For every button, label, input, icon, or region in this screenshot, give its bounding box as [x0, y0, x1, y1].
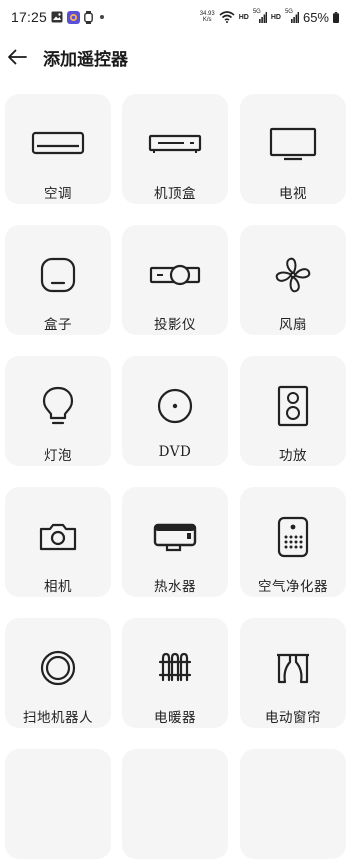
app-notification-icon: [67, 10, 81, 24]
light-bulb-icon: [30, 378, 86, 434]
device-label: 风扇: [279, 317, 307, 333]
device-label: 盒子: [44, 317, 72, 333]
projector-icon: [147, 247, 203, 303]
dvd-icon: [147, 378, 203, 434]
device-card-amplifier[interactable]: 功放: [240, 356, 346, 466]
device-label: 投影仪: [154, 317, 196, 333]
electric-heater-icon: [147, 640, 203, 696]
back-button[interactable]: [6, 46, 28, 68]
air-conditioner-icon: [30, 116, 86, 172]
device-card-camera[interactable]: 相机: [5, 487, 111, 597]
device-card-partial-2[interactable]: [122, 749, 228, 859]
device-card-dvd[interactable]: DVD: [122, 356, 228, 466]
electric-curtain-icon: [265, 640, 321, 696]
device-label: 电视: [279, 186, 307, 202]
fan-icon: [265, 247, 321, 303]
device-label: 电暖器: [154, 710, 196, 726]
network-speed: 34.93 K/s: [200, 11, 215, 23]
device-label: 灯泡: [44, 448, 72, 464]
device-card-fan[interactable]: 风扇: [240, 225, 346, 335]
device-card-air-conditioner[interactable]: 空调: [5, 94, 111, 204]
wifi-icon: [219, 11, 235, 23]
device-card-robot-vacuum[interactable]: 扫地机器人: [5, 618, 111, 728]
device-label: DVD: [158, 444, 192, 460]
gallery-notification-icon: [51, 11, 63, 23]
amplifier-speaker-icon: [265, 378, 321, 434]
water-heater-icon: [147, 509, 203, 565]
network-type-1: 5G: [252, 9, 261, 15]
hd-voice-label-2: HD: [270, 13, 281, 21]
device-label: 电动窗帘: [265, 710, 321, 726]
battery-icon: [333, 11, 339, 23]
device-label: 空调: [44, 186, 72, 202]
tv-icon: [265, 116, 321, 172]
hd-voice-label-1: HD: [238, 13, 249, 21]
page-title: 添加遥控器: [43, 49, 128, 70]
device-card-box[interactable]: 盒子: [5, 225, 111, 335]
device-card-electric-curtain[interactable]: 电动窗帘: [240, 618, 346, 728]
device-card-projector[interactable]: 投影仪: [122, 225, 228, 335]
back-arrow-icon: [8, 49, 27, 65]
camera-icon: [30, 509, 86, 565]
device-label: 热水器: [154, 579, 196, 595]
watch-notification-icon: [84, 10, 93, 24]
network-speed-unit: K/s: [202, 17, 212, 23]
device-card-tv[interactable]: 电视: [240, 94, 346, 204]
air-purifier-icon: [265, 509, 321, 565]
device-card-light-bulb[interactable]: 灯泡: [5, 356, 111, 466]
status-time: 17:25: [11, 9, 48, 25]
box-icon: [30, 247, 86, 303]
set-top-box-icon: [147, 116, 203, 172]
device-card-partial-3[interactable]: [240, 749, 346, 859]
page-header: 添加遥控器: [0, 36, 349, 78]
signal-5g-icon-1: 5G: [252, 9, 267, 23]
network-type-2: 5G: [284, 9, 293, 15]
device-label: 空气净化器: [258, 579, 328, 595]
device-card-water-heater[interactable]: 热水器: [122, 487, 228, 597]
device-card-partial-1[interactable]: [5, 749, 111, 859]
battery-percent: 65%: [302, 9, 329, 25]
more-notifications-dot-icon: [97, 12, 107, 22]
device-card-air-purifier[interactable]: 空气净化器: [240, 487, 346, 597]
status-bar-left: 17:25: [11, 9, 107, 25]
device-card-electric-heater[interactable]: 电暖器: [122, 618, 228, 728]
device-card-set-top-box[interactable]: 机顶盒: [122, 94, 228, 204]
status-bar-right: 34.93 K/s HD 5G HD 5G 65%: [200, 9, 339, 25]
device-label: 功放: [279, 448, 307, 464]
status-bar: 17:25 34.93 K/s HD 5G HD 5G 65%: [0, 0, 349, 34]
device-label: 机顶盒: [154, 186, 196, 202]
robot-vacuum-icon: [30, 640, 86, 696]
device-label: 扫地机器人: [23, 710, 93, 726]
signal-5g-icon-2: 5G: [284, 9, 299, 23]
device-label: 相机: [44, 579, 72, 595]
